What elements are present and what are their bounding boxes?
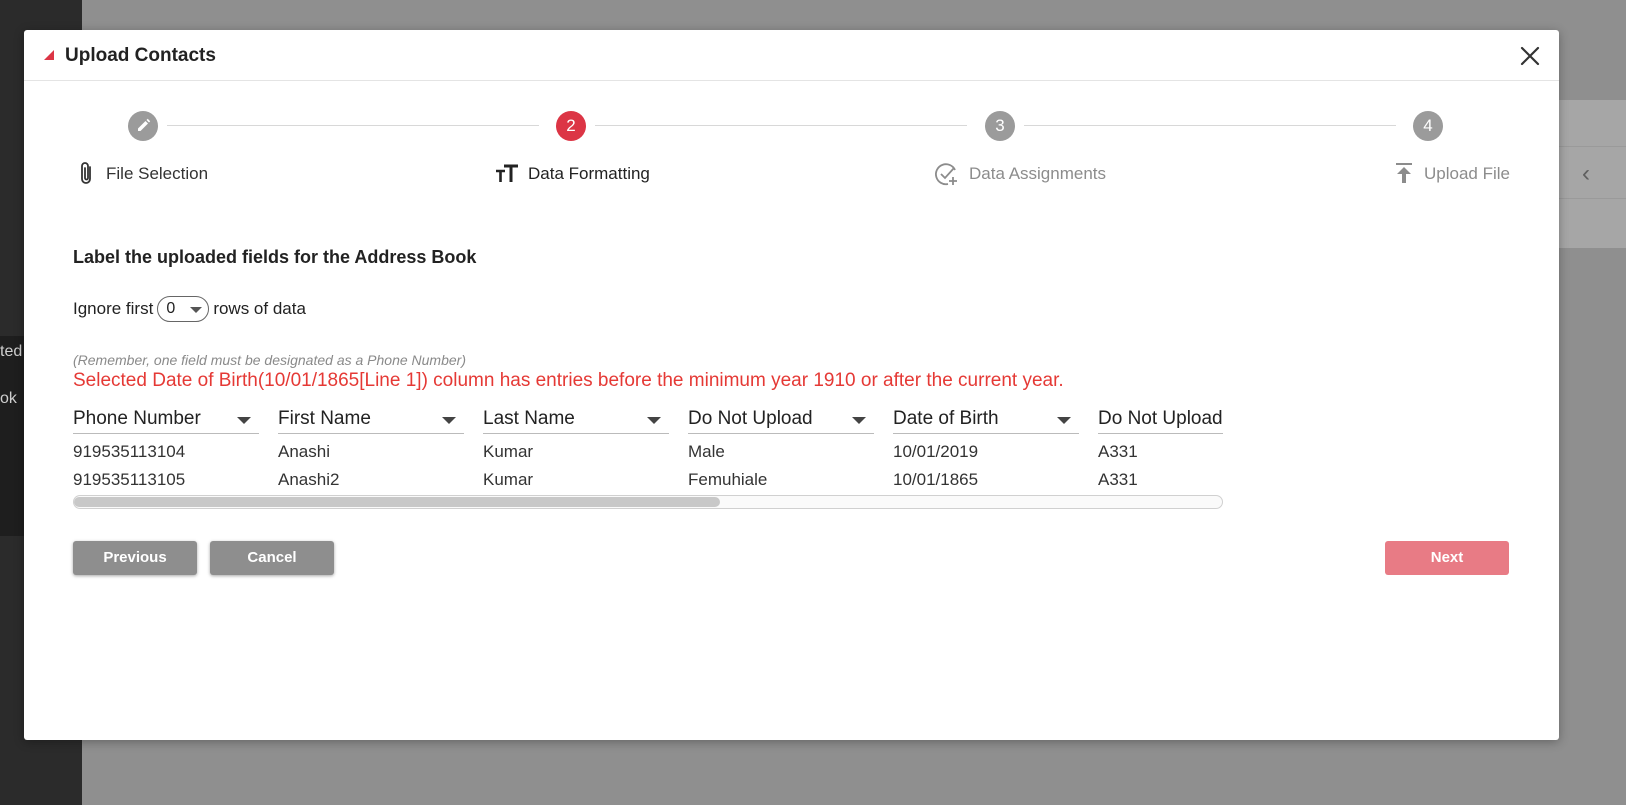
table-cell: 919535113104 (73, 442, 186, 461)
phone-number-hint: (Remember, one field must be designated … (73, 352, 466, 368)
column-header-label: Phone Number (73, 408, 201, 429)
upload-icon (1396, 163, 1412, 183)
validation-error: Selected Date of Birth(10/01/1865[Line 1… (73, 370, 1064, 391)
background-peek-text-1: ted (0, 343, 23, 360)
ignore-suffix-label: rows of data (213, 299, 306, 318)
dropdown-caret-icon (852, 417, 866, 424)
step-label-text: Data Formatting (528, 164, 650, 183)
stepper-connector (595, 125, 967, 126)
step-label-text: Upload File (1424, 164, 1510, 183)
table-cell: A331 (1098, 470, 1138, 489)
table-cell: A331 (1098, 442, 1138, 461)
text-format-icon (496, 164, 518, 182)
check-add-icon (935, 163, 957, 186)
column-header-select[interactable]: Last Name (483, 402, 669, 434)
table-cell: Anashi2 (278, 470, 340, 489)
table-column: Last Name Kumar Kumar (483, 402, 669, 490)
ignore-rows-select[interactable]: 0 (157, 296, 210, 322)
ignore-prefix-label: Ignore first (73, 299, 154, 318)
table-column: First Name Anashi Anashi2 (278, 402, 464, 490)
dropdown-caret-icon (190, 307, 203, 313)
step-label-text: File Selection (106, 164, 209, 183)
background-panel: ‹ (1558, 100, 1626, 248)
table-cell: Anashi (278, 442, 330, 461)
step-3-circle[interactable]: 3 (985, 111, 1015, 141)
background-panel-divider (1558, 146, 1626, 147)
column-header-label: Do Not Upload (688, 408, 813, 429)
column-header-label: Last Name (483, 408, 575, 429)
close-button[interactable] (1516, 42, 1544, 70)
stepper-connector (1024, 125, 1396, 126)
column-header-select[interactable]: First Name (278, 402, 464, 434)
previous-button[interactable]: Previous (73, 541, 197, 575)
step-file-selection[interactable]: File Selection (76, 160, 208, 188)
dropdown-caret-icon (237, 417, 251, 424)
table-cell: Femuhiale (688, 470, 768, 489)
section-title: Label the uploaded fields for the Addres… (73, 247, 477, 267)
column-header-select[interactable]: Do Not Upload (688, 402, 874, 434)
dropdown-caret-icon (1057, 417, 1071, 424)
modal-header: Upload Contacts (24, 30, 1559, 81)
table-cell: 919535113105 (73, 470, 186, 489)
column-header-select[interactable]: Phone Number (73, 402, 259, 434)
table-cell: 10/01/1865 (893, 470, 979, 489)
chevron-left-icon: ‹ (1582, 160, 1590, 187)
step-data-assignments[interactable]: Data Assignments (933, 160, 1106, 188)
table-cell: 10/01/2019 (893, 442, 979, 461)
column-header-select[interactable]: Date of Birth (893, 402, 1079, 434)
step-upload-file[interactable]: Upload File (1392, 160, 1510, 188)
close-icon (1520, 46, 1540, 66)
modal-title: Upload Contacts (65, 45, 216, 66)
column-header-select[interactable]: Do Not Upload (1098, 402, 1223, 434)
column-header-label: Date of Birth (893, 408, 999, 429)
pencil-icon (138, 118, 151, 131)
horizontal-scrollbar[interactable] (73, 495, 1223, 509)
upload-contacts-modal: Upload Contacts 2 3 4 File Selection Dat… (24, 30, 1559, 740)
ignore-rows-value: 0 (166, 300, 176, 317)
paperclip-icon (81, 162, 91, 184)
scrollbar-thumb[interactable] (74, 497, 720, 507)
table-column: Phone Number 919535113104 919535113105 (73, 402, 259, 490)
table-column: Do Not Upload A331 A331 (1098, 402, 1223, 490)
field-mapping-table: Phone Number 919535113104 919535113105 F… (73, 402, 1223, 494)
background-peek-text-2: ok (0, 390, 17, 407)
corner-marker-icon (44, 50, 54, 60)
table-column: Do Not Upload Male Femuhiale (688, 402, 874, 490)
step-label-text: Data Assignments (969, 164, 1107, 183)
table-cell: Kumar (483, 442, 534, 461)
step-2-circle[interactable]: 2 (556, 111, 586, 141)
dropdown-caret-icon (442, 417, 456, 424)
table-cell: Kumar (483, 470, 534, 489)
next-button[interactable]: Next (1385, 541, 1509, 575)
cancel-button[interactable]: Cancel (210, 541, 334, 575)
background-panel-divider (1558, 198, 1626, 199)
ignore-rows-control: Ignore first 0 rows of data (73, 296, 306, 322)
dropdown-caret-icon (647, 417, 661, 424)
stepper-connector (167, 125, 539, 126)
column-header-label: Do Not Upload (1098, 408, 1223, 429)
table-column: Date of Birth 10/01/2019 10/01/1865 (893, 402, 1079, 490)
step-4-circle[interactable]: 4 (1413, 111, 1443, 141)
step-1-circle[interactable] (128, 111, 158, 141)
column-header-label: First Name (278, 408, 371, 429)
table-cell: Male (688, 442, 725, 461)
step-data-formatting[interactable]: Data Formatting (494, 160, 650, 188)
